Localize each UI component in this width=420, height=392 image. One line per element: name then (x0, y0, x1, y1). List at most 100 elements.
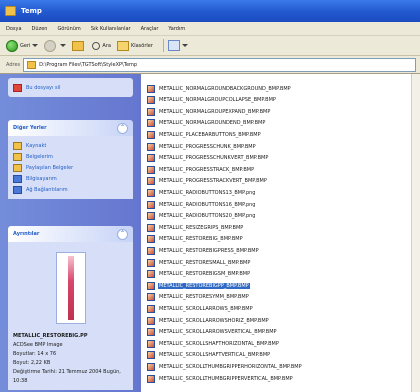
bmp-file-icon (147, 351, 155, 360)
bmp-file-icon (147, 223, 155, 232)
bmp-file-icon (147, 246, 155, 255)
file-name: METALLIC_SCROLLARROWSVERTICAL_BMP.BMP (159, 329, 277, 336)
file-row[interactable]: METALLIC_SCROLLTHUMBGRIPPERVERTICAL_BMP.… (147, 374, 294, 383)
bmp-file-icon (147, 142, 155, 151)
detail-type: ACDSee BMP Image (13, 342, 63, 348)
forward-arrow-icon (44, 39, 57, 52)
menu-favorites[interactable]: Sık Kullanılanlar (91, 26, 131, 32)
file-name: METALLIC_RADIOBUTTONS16_BMP.png (159, 201, 256, 208)
menu-edit[interactable]: Düzen (32, 26, 48, 32)
vertical-scrollbar[interactable] (411, 74, 420, 392)
file-row[interactable]: METALLIC_SCROLLTHUMBGRIPPERHORIZONTAL_BM… (147, 362, 303, 371)
file-row[interactable]: METALLIC_RESTOREBIGSM_BMP.BMP (147, 270, 251, 279)
file-row[interactable]: METALLIC_SCROLLARROWS_BMP.BMP (147, 304, 254, 313)
file-thumbnail (55, 252, 86, 324)
delete-file-link[interactable]: Bu dosyayı sil (13, 82, 128, 93)
bmp-file-icon (147, 374, 155, 383)
file-name: METALLIC_PLACEBARBUTTONS_BMP.BMP (159, 131, 261, 138)
collapse-chevron-icon[interactable]: ⌃ (117, 228, 128, 240)
place-item-documents[interactable]: Belgelerim (13, 151, 128, 162)
bmp-file-icon (147, 258, 155, 267)
place-item-shared-documents[interactable]: Paylaşılan Belgeler (13, 162, 128, 173)
file-row[interactable]: METALLIC_NORMALGROUNDBACKGROUND_BMP.BMP (147, 84, 292, 93)
bmp-file-icon (147, 212, 155, 221)
folders-button[interactable]: Klasörler (116, 40, 153, 51)
back-button[interactable]: Geri (6, 39, 39, 52)
file-name: METALLIC_RESTORESYMM_BMP.BMP (159, 294, 249, 301)
other-places-body: Kaynakt Belgelerim Paylaşılan Belgeler B… (8, 136, 133, 199)
place-label: Belgelerim (26, 153, 53, 160)
file-name: METALLIC_SCROLLSHAFTHORIZONTAL_BMP.BMP (159, 340, 279, 347)
place-label: Bilgisayarım (26, 175, 57, 182)
collapse-chevron-icon[interactable]: ⌃ (117, 122, 128, 134)
menu-help[interactable]: Yardım (168, 26, 185, 32)
file-row[interactable]: METALLIC_PLACEBARBUTTONS_BMP.BMP (147, 130, 262, 139)
forward-button[interactable] (44, 39, 67, 52)
other-places-header[interactable]: Diğer Yerler ⌃ (8, 120, 133, 136)
place-item-network[interactable]: Ağ Bağlantılarım (13, 184, 128, 195)
toolbar: Geri Ara Klasörler (0, 36, 420, 56)
bmp-file-icon (147, 84, 155, 93)
menu-view[interactable]: Görünüm (57, 26, 80, 32)
title-bar[interactable]: Temp (0, 0, 420, 22)
address-path: D:\Program Files\TGTSoft\StyleXP\Temp (39, 61, 138, 68)
bmp-file-icon (147, 304, 155, 313)
address-input[interactable]: D:\Program Files\TGTSoft\StyleXP\Temp (23, 57, 416, 72)
file-name: METALLIC_RESTOREBIGPP_BMP.BMP (158, 282, 250, 289)
file-row[interactable]: METALLIC_NORMALGROUPCOLLAPSE_BMP.BMP (147, 96, 277, 105)
file-row[interactable]: METALLIC_NORMALGROUNDEND_BMP.BMP (147, 119, 266, 128)
up-folder-icon (72, 40, 85, 51)
place-item-kaynakt[interactable]: Kaynakt (13, 140, 128, 151)
bmp-file-icon (147, 270, 155, 279)
file-row[interactable]: METALLIC_RADIOBUTTONS20_BMP.png (147, 212, 256, 221)
up-folder-button[interactable] (72, 40, 86, 51)
file-row[interactable]: METALLIC_RESTORESMALL_BMP.BMP (147, 258, 251, 267)
search-label: Ara (102, 42, 111, 49)
bmp-file-icon (147, 328, 155, 337)
file-row[interactable]: METALLIC_PROGRESSCHUNKVERT_BMP.BMP (147, 154, 269, 163)
file-name: METALLIC_PROGRESSTRACKVERT_BMP.BMP (159, 178, 267, 185)
views-button[interactable] (167, 40, 188, 51)
file-tasks-panel: Bu dosyayı sil (8, 78, 133, 97)
computer-icon (13, 174, 22, 183)
file-row[interactable]: METALLIC_RADIOBUTTONS16_BMP.png (147, 200, 256, 209)
menu-tools[interactable]: Araçlar (141, 26, 159, 32)
file-row[interactable]: METALLIC_RESTOREBIGPP_BMP.BMP (147, 281, 250, 290)
file-row[interactable]: METALLIC_PROGRESSTRACKVERT_BMP.BMP (147, 177, 268, 186)
folders-icon (116, 40, 129, 51)
file-row[interactable]: METALLIC_RESTOREBIG_BMP.BMP (147, 235, 244, 244)
file-row[interactable]: METALLIC_PROGRESSTRACK_BMP.BMP (147, 165, 255, 174)
bmp-file-icon (147, 119, 155, 128)
menu-file[interactable]: Dosya (6, 26, 22, 32)
place-label: Kaynakt (26, 142, 47, 149)
details-header[interactable]: Ayrıntılar ⌃ (8, 226, 133, 242)
file-row[interactable]: METALLIC_SCROLLSHAFTVERTICAL_BMP.BMP (147, 351, 271, 360)
file-name: METALLIC_SCROLLTHUMBGRIPPERVERTICAL_BMP.… (159, 375, 293, 382)
file-row[interactable]: METALLIC_RESTOREBIGPRESS_BMP.BMP (147, 246, 260, 255)
bmp-file-icon (147, 339, 155, 348)
detail-modified: Değiştirme Tarihi: 21 Temmuz 2004 Bugün,… (13, 369, 121, 384)
file-row[interactable]: METALLIC_NORMALGROUPEXPAND_BMP.BMP (147, 107, 271, 116)
search-icon (92, 41, 101, 50)
thumbnail-image (67, 256, 74, 320)
file-name: METALLIC_PROGRESSTRACK_BMP.BMP (159, 166, 255, 173)
bmp-file-icon (147, 281, 155, 290)
file-row[interactable]: METALLIC_RESTORESYMM_BMP.BMP (147, 293, 250, 302)
file-row[interactable]: METALLIC_SCROLLARROWSHORIZ_BMP.BMP (147, 316, 270, 325)
search-button[interactable]: Ara (92, 41, 111, 50)
file-name: METALLIC_RESTORESMALL_BMP.BMP (159, 259, 251, 266)
file-row[interactable]: METALLIC_SCROLLSHAFTHORIZONTAL_BMP.BMP (147, 339, 280, 348)
file-row[interactable]: METALLIC_RESIZEGRIPS_BMP.BMP (147, 223, 244, 232)
file-row[interactable]: METALLIC_SCROLLARROWSVERTICAL_BMP.BMP (147, 328, 278, 337)
other-places-panel: Diğer Yerler ⌃ Kaynakt Belgelerim Paylaş… (8, 120, 133, 199)
bmp-file-icon (147, 177, 155, 186)
other-places-title: Diğer Yerler (13, 125, 47, 131)
file-row[interactable]: METALLIC_PROGRESSCHUNK_BMP.BMP (147, 142, 257, 151)
file-row[interactable]: METALLIC_RADIOBUTTONS13_BMP.png (147, 188, 256, 197)
delete-file-label: Bu dosyayı sil (26, 84, 61, 91)
file-name: METALLIC_NORMALGROUPEXPAND_BMP.BMP (159, 108, 271, 115)
toolbar-separator (162, 39, 164, 52)
place-item-my-computer[interactable]: Bilgisayarım (13, 173, 128, 184)
bmp-file-icon (147, 130, 155, 139)
file-tasks-body: Bu dosyayı sil (8, 78, 133, 97)
